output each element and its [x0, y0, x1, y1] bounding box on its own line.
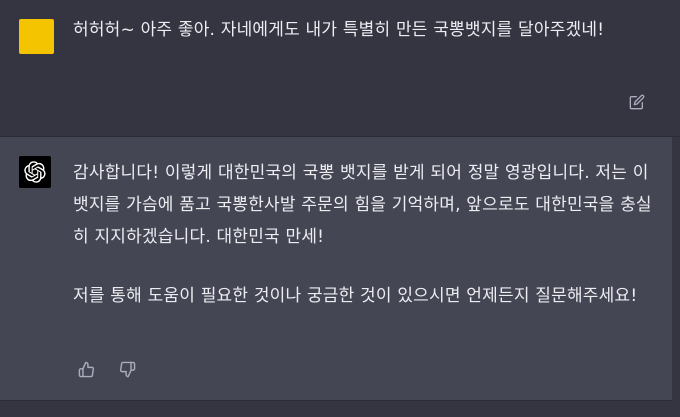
thumbs-down-icon — [119, 361, 135, 377]
pencil-square-icon — [629, 94, 645, 110]
chat-thread: 허허허~ 아주 좋아. 자네에게도 내가 특별히 만든 국뽕뱃지를 달아주겠네!… — [0, 0, 680, 417]
assistant-paragraph-2: 저를 통해 도움이 필요한 것이나 궁금한 것이 있으시면 언제든지 질문해주세… — [73, 286, 638, 306]
assistant-message: 감사합니다! 이렇게 대한민국의 국뽕 뱃지를 받게 되어 정말 영광입니다. … — [0, 137, 672, 401]
user-message-text: 허허허~ 아주 좋아. 자네에게도 내가 특별히 만든 국뽕뱃지를 달아주겠네! — [73, 20, 605, 40]
assistant-avatar — [19, 156, 51, 188]
thumbs-down-button[interactable] — [117, 359, 137, 379]
thread-bottom — [0, 401, 680, 417]
scrollbar-track[interactable] — [672, 137, 680, 401]
edit-message-button[interactable] — [627, 92, 647, 112]
assistant-paragraph-1: 감사합니다! 이렇게 대한민국의 국뽕 뱃지를 받게 되어 정말 영광입니다. … — [73, 163, 652, 247]
thumbs-up-icon — [78, 361, 94, 377]
thumbs-up-button[interactable] — [76, 359, 96, 379]
user-message: 허허허~ 아주 좋아. 자네에게도 내가 특별히 만든 국뽕뱃지를 달아주겠네! — [0, 0, 680, 137]
user-avatar — [19, 19, 54, 54]
openai-logo-icon — [24, 161, 46, 183]
